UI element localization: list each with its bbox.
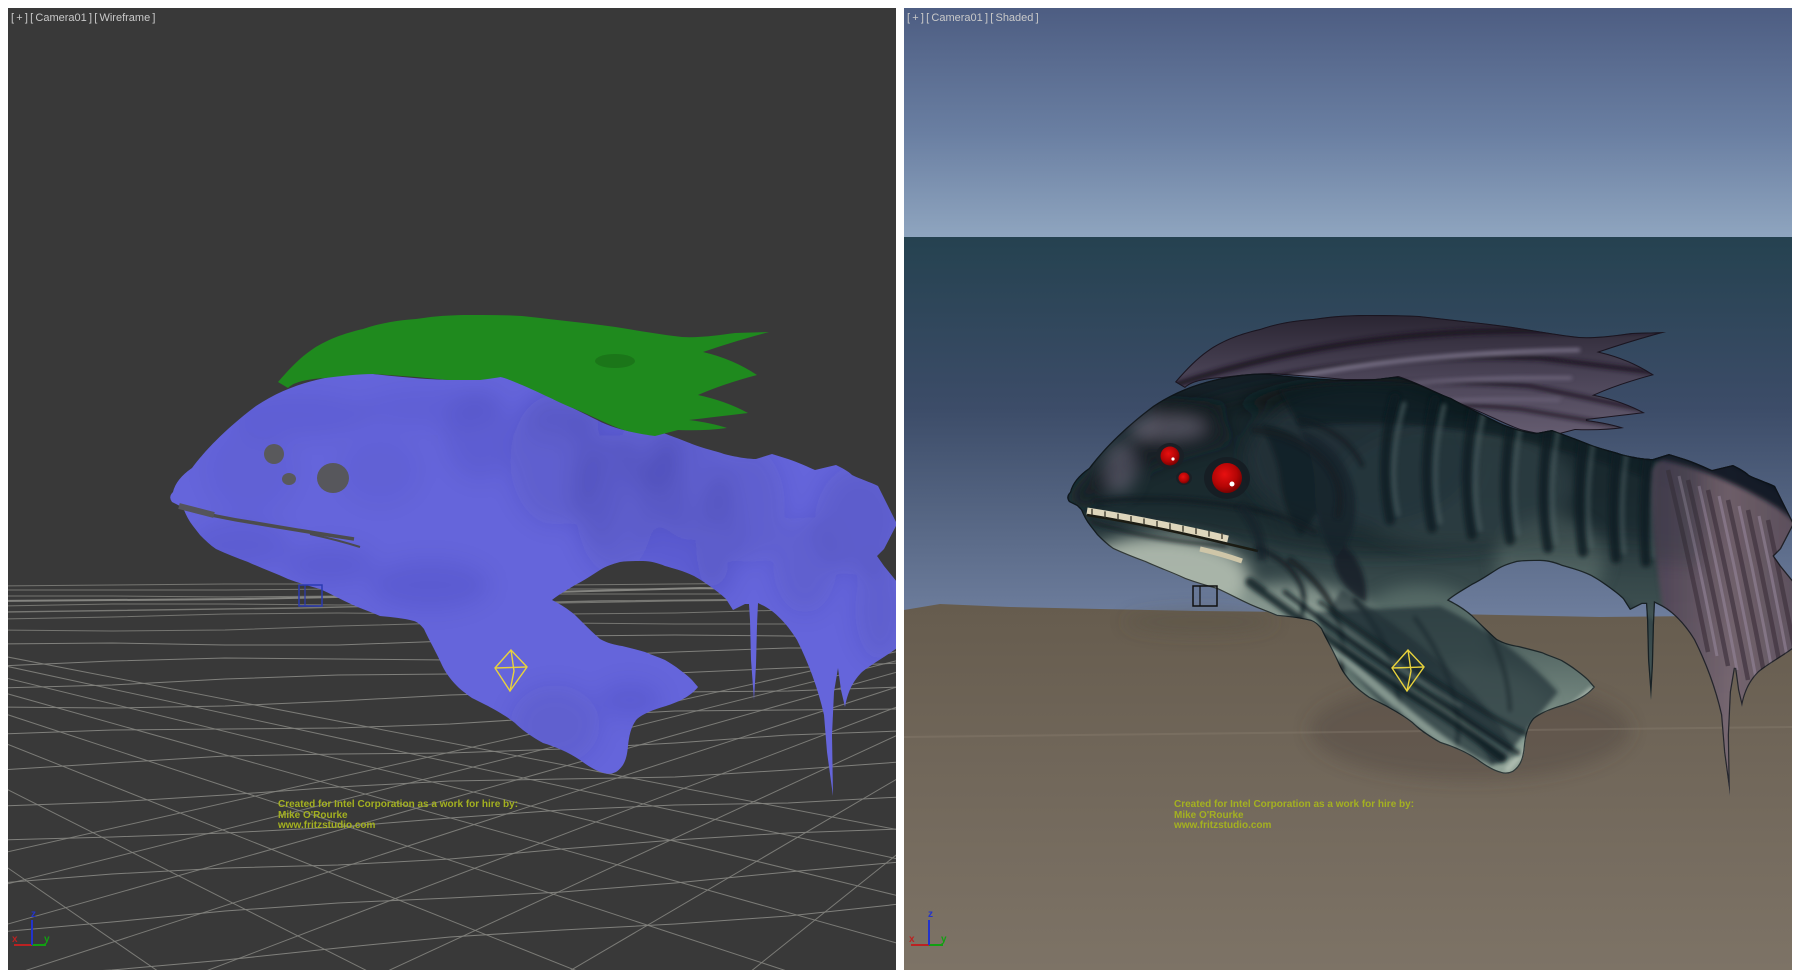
svg-text:x: x	[909, 934, 915, 945]
svg-text:z: z	[31, 909, 36, 920]
svg-text:y: y	[941, 934, 947, 945]
svg-text:y: y	[44, 934, 50, 945]
svg-text:z: z	[928, 909, 933, 920]
svg-text:x: x	[12, 934, 18, 945]
